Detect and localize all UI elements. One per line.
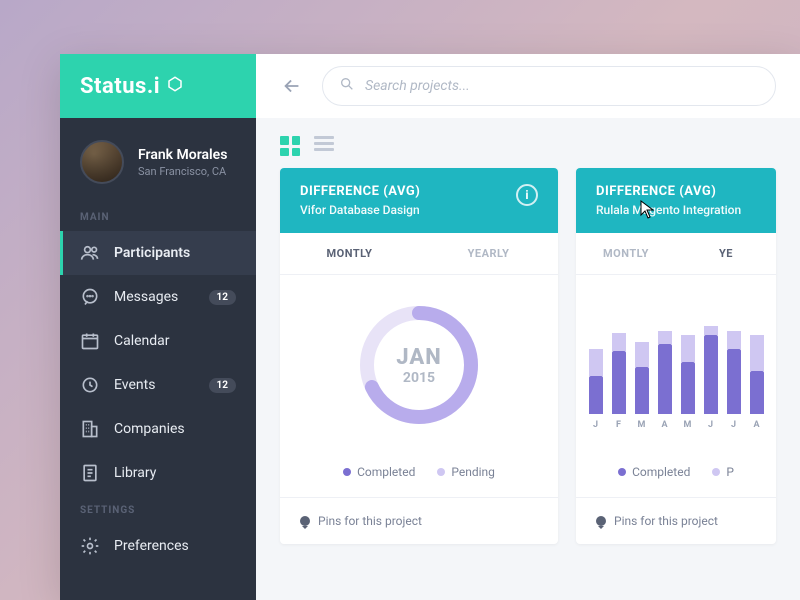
- tab-yearly[interactable]: YEARLY: [419, 233, 558, 274]
- search-icon: [339, 76, 355, 96]
- tab-monthly[interactable]: MONTLY: [576, 233, 676, 274]
- avatar[interactable]: [80, 140, 124, 184]
- clock-icon: [80, 375, 100, 395]
- donut-month: JAN: [396, 345, 441, 370]
- sidebar-item-messages[interactable]: Messages 12: [60, 275, 256, 319]
- back-button[interactable]: [280, 74, 304, 98]
- profile-name: Frank Morales: [138, 147, 227, 163]
- search-input[interactable]: [365, 78, 759, 94]
- sidebar-item-companies[interactable]: Companies: [60, 407, 256, 451]
- sidebar: Status.i Frank Morales San Francisco, CA…: [60, 54, 256, 600]
- grid-view-button[interactable]: [280, 136, 300, 156]
- sidebar-item-label: Library: [114, 465, 236, 481]
- pins-label: Pins for this project: [318, 514, 422, 528]
- legend-pending: Pending: [437, 465, 495, 479]
- sidebar-item-events[interactable]: Events 12: [60, 363, 256, 407]
- legend-pending: P: [712, 465, 734, 479]
- tab-yearly[interactable]: YE: [676, 233, 776, 274]
- legend-completed: Completed: [343, 465, 415, 479]
- tab-monthly[interactable]: MONTLY: [280, 233, 419, 274]
- profile-location: San Francisco, CA: [138, 165, 227, 178]
- topbar: [256, 54, 800, 118]
- legend-completed: Completed: [618, 465, 690, 479]
- sidebar-item-label: Participants: [114, 245, 236, 261]
- sidebar-item-preferences[interactable]: Preferences: [60, 524, 256, 568]
- section-main-label: MAIN: [60, 202, 256, 231]
- info-icon[interactable]: i: [516, 184, 538, 206]
- calendar-icon: [80, 331, 100, 351]
- pin-icon: [300, 516, 310, 526]
- document-icon: [80, 463, 100, 483]
- card-header: DIFFERENCE (AVG) Vifor Database Dasign i: [280, 168, 558, 233]
- sidebar-item-label: Companies: [114, 421, 236, 437]
- card-tabs: MONTLY YE: [576, 233, 776, 275]
- card-title: DIFFERENCE (AVG): [300, 184, 420, 199]
- project-card: DIFFERENCE (AVG) Vifor Database Dasign i…: [280, 168, 558, 544]
- brand-icon: [166, 75, 184, 97]
- sidebar-item-label: Preferences: [114, 538, 236, 554]
- card-tabs: MONTLY YEARLY: [280, 233, 558, 275]
- legend: Completed P: [576, 455, 776, 497]
- legend: Completed Pending: [280, 455, 558, 497]
- view-controls: [256, 118, 800, 168]
- sidebar-item-label: Events: [114, 377, 195, 393]
- sidebar-item-participants[interactable]: Participants: [60, 231, 256, 275]
- messages-badge: 12: [209, 290, 236, 305]
- sidebar-item-calendar[interactable]: Calendar: [60, 319, 256, 363]
- cards-row: DIFFERENCE (AVG) Vifor Database Dasign i…: [256, 168, 800, 544]
- donut-year: 2015: [403, 370, 435, 386]
- card-header: DIFFERENCE (AVG) Rulala Magento Integrat…: [576, 168, 776, 233]
- app-window: Status.i Frank Morales San Francisco, CA…: [60, 54, 800, 600]
- building-icon: [80, 419, 100, 439]
- section-settings-label: SETTINGS: [60, 495, 256, 524]
- list-view-button[interactable]: [314, 136, 334, 156]
- sidebar-item-label: Messages: [114, 289, 195, 305]
- events-badge: 12: [209, 378, 236, 393]
- card-subtitle: Rulala Magento Integration: [596, 203, 741, 217]
- donut-chart: JAN 2015: [280, 275, 558, 455]
- brand-bar: Status.i: [60, 54, 256, 118]
- pin-icon: [596, 516, 606, 526]
- users-icon: [80, 243, 100, 263]
- pins-row[interactable]: Pins for this project: [576, 497, 776, 544]
- card-subtitle: Vifor Database Dasign: [300, 203, 420, 217]
- pins-row[interactable]: Pins for this project: [280, 497, 558, 544]
- project-card: DIFFERENCE (AVG) Rulala Magento Integrat…: [576, 168, 776, 544]
- sidebar-item-library[interactable]: Library: [60, 451, 256, 495]
- profile-block[interactable]: Frank Morales San Francisco, CA: [60, 118, 256, 202]
- pins-label: Pins for this project: [614, 514, 718, 528]
- chat-icon: [80, 287, 100, 307]
- gear-icon: [80, 536, 100, 556]
- search-box[interactable]: [322, 66, 776, 106]
- sidebar-item-label: Calendar: [114, 333, 236, 349]
- card-title: DIFFERENCE (AVG): [596, 184, 741, 199]
- main-content: DIFFERENCE (AVG) Vifor Database Dasign i…: [256, 54, 800, 600]
- bar-chart: JFMAMJJA: [576, 275, 776, 455]
- brand-name: Status.i: [80, 74, 160, 99]
